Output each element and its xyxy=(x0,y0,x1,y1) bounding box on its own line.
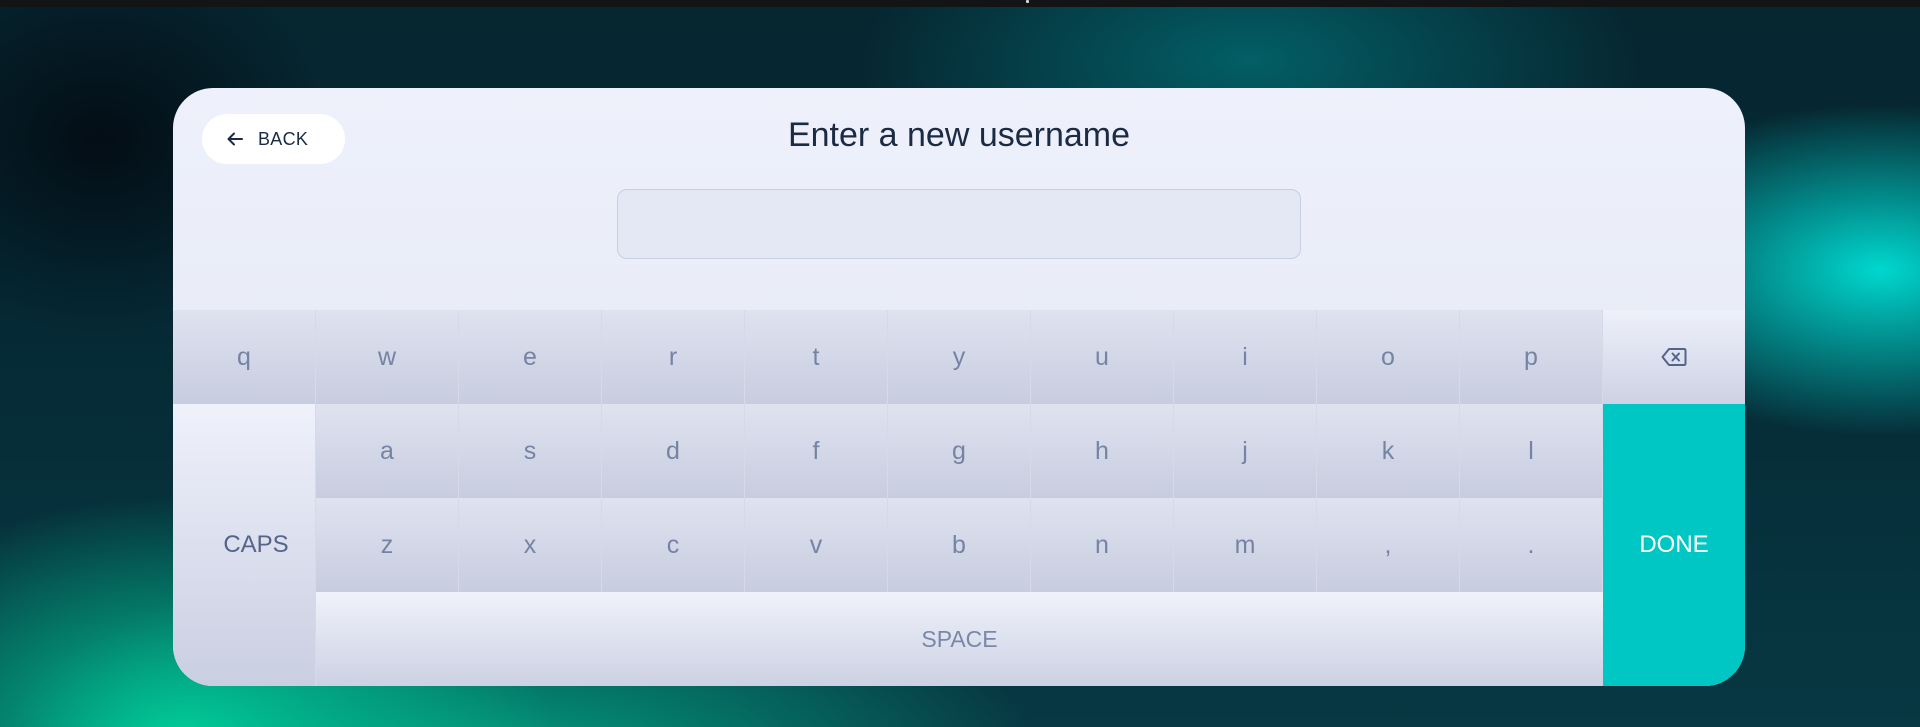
key-g[interactable]: g xyxy=(888,404,1031,498)
key-b[interactable]: b xyxy=(888,498,1031,592)
key-comma[interactable]: , xyxy=(1317,498,1460,592)
key-z[interactable]: z xyxy=(316,498,459,592)
done-button[interactable]: DONE xyxy=(1603,404,1745,686)
key-o[interactable]: o xyxy=(1317,310,1460,404)
key-l[interactable]: l xyxy=(1460,404,1603,498)
username-keyboard-panel: BACK Enter a new username q w e r t y u … xyxy=(173,88,1745,686)
key-q[interactable]: q xyxy=(173,310,316,404)
username-input[interactable] xyxy=(617,189,1301,259)
caps-key[interactable]: CAPS xyxy=(173,404,316,686)
top-bar xyxy=(0,0,1920,7)
key-i[interactable]: i xyxy=(1174,310,1317,404)
key-k[interactable]: k xyxy=(1317,404,1460,498)
key-v[interactable]: v xyxy=(745,498,888,592)
on-screen-keyboard: q w e r t y u i o p CAPS a s d f g h j k… xyxy=(173,310,1745,686)
key-c[interactable]: c xyxy=(602,498,745,592)
key-n[interactable]: n xyxy=(1031,498,1174,592)
key-period[interactable]: . xyxy=(1460,498,1603,592)
key-a[interactable]: a xyxy=(316,404,459,498)
backspace-key[interactable] xyxy=(1603,310,1745,404)
key-x[interactable]: x xyxy=(459,498,602,592)
key-p[interactable]: p xyxy=(1460,310,1603,404)
key-e[interactable]: e xyxy=(459,310,602,404)
backspace-icon xyxy=(1661,347,1687,367)
key-u[interactable]: u xyxy=(1031,310,1174,404)
key-t[interactable]: t xyxy=(745,310,888,404)
key-j[interactable]: j xyxy=(1174,404,1317,498)
key-f[interactable]: f xyxy=(745,404,888,498)
key-h[interactable]: h xyxy=(1031,404,1174,498)
key-y[interactable]: y xyxy=(888,310,1031,404)
key-d[interactable]: d xyxy=(602,404,745,498)
page-title: Enter a new username xyxy=(787,116,1131,154)
key-r[interactable]: r xyxy=(602,310,745,404)
key-m[interactable]: m xyxy=(1174,498,1317,592)
key-w[interactable]: w xyxy=(316,310,459,404)
space-key[interactable]: SPACE xyxy=(316,592,1603,686)
status-indicator-dot xyxy=(1026,0,1029,3)
key-s[interactable]: s xyxy=(459,404,602,498)
